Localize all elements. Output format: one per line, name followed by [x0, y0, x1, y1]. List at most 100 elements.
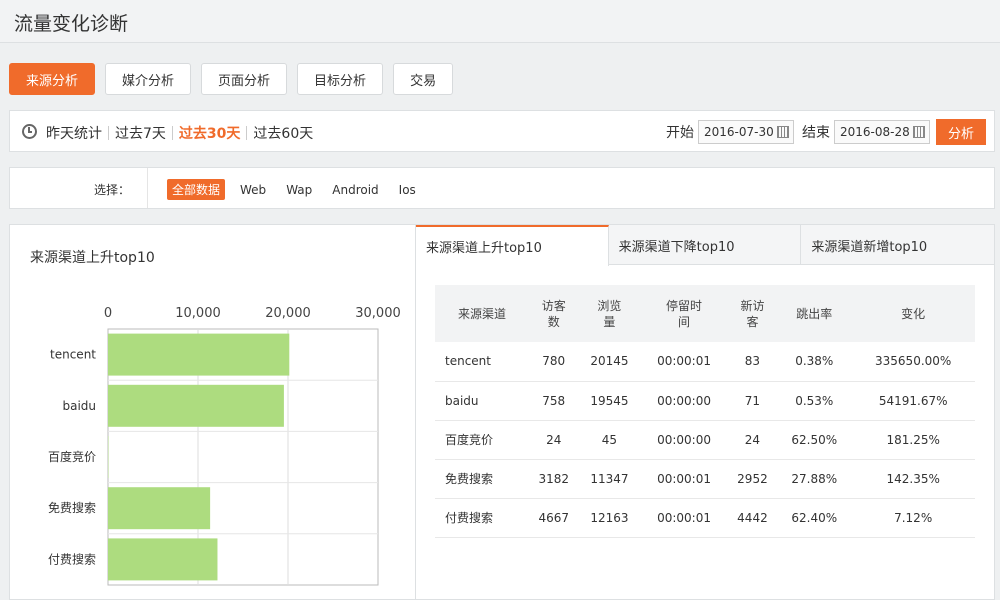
table-row: tencent 780 20145 00:00:01 83 0.38% 335650.00% [435, 342, 975, 382]
source-name-cell: 百度竞价 [435, 420, 529, 460]
category-label: baidu [62, 399, 96, 413]
period-links: 昨天统计 过去7天 过去30天 过去60天 [46, 123, 313, 143]
page-title: 流量变化诊断 [14, 13, 129, 35]
table-cell: 758 [529, 381, 579, 421]
table-cell: 19545 [578, 381, 641, 421]
source-table: 来源渠道 访客数浏览量停留时间新访客跳出率 变化 tencent 780 20145 00… [435, 285, 975, 538]
table-cell: 0.53% [777, 381, 852, 421]
table-cell: 54191.67% [851, 381, 975, 421]
table-cell: 20145 [578, 342, 641, 382]
source-name-cell: 免费搜索 [435, 459, 529, 499]
main-tab-3[interactable]: 目标分析 [297, 63, 384, 95]
bar-3 [108, 487, 211, 530]
table-cell: 24 [529, 420, 579, 460]
category-label: tencent [50, 348, 96, 362]
selector-divider [147, 168, 148, 208]
table-row: 百度竞价 24 45 00:00:00 24 62.50% 181.25% [435, 420, 975, 460]
table-cell: 11347 [578, 459, 641, 499]
column-header: 来源渠道 [435, 285, 529, 342]
table-cell: 00:00:01 [640, 342, 728, 382]
period-separator [246, 126, 248, 140]
platform-chip-0[interactable]: 全部数据 [167, 179, 226, 200]
calendar-icon[interactable] [777, 126, 789, 138]
table-row: 免费搜索 3182 11347 00:00:01 2952 27.88% 142.35% [435, 459, 975, 499]
source-name-cell: 付费搜索 [435, 498, 529, 538]
period-separator [171, 126, 173, 140]
column-header: 变化 [851, 285, 975, 342]
table-row: baidu 758 19545 00:00:00 71 0.53% 54191.67% [435, 381, 975, 421]
main-tab-4[interactable]: 交易 [393, 63, 454, 95]
table-cell: 00:00:00 [640, 420, 728, 460]
table-cell: 4442 [727, 498, 778, 538]
column-header: 停留时间 [640, 285, 728, 342]
end-date-input[interactable]: 2016-08-28 [834, 120, 930, 144]
table-header-row: 来源渠道 访客数浏览量停留时间新访客跳出率 变化 [435, 285, 975, 342]
start-date-input[interactable]: 2016-07-30 [698, 120, 794, 144]
table-cell: 27.88% [777, 459, 852, 499]
bar-4 [108, 538, 218, 581]
clock-icon [22, 124, 37, 139]
platform-chip-1[interactable]: Web [235, 181, 271, 199]
table-cell: 780 [529, 342, 579, 382]
table-cell: 00:00:00 [640, 381, 728, 421]
table-cell: 335650.00% [851, 342, 975, 382]
main-tab-1[interactable]: 媒介分析 [105, 63, 192, 95]
column-header: 新访客 [727, 285, 778, 342]
table-cell: 83 [727, 342, 778, 382]
category-label: 免费搜索 [48, 500, 96, 515]
platform-chip-2[interactable]: Wap [281, 181, 317, 199]
table-tab-1[interactable]: 来源渠道下降top10 [609, 225, 802, 265]
table-cell: 62.40% [777, 498, 852, 538]
main-tab-0[interactable]: 来源分析 [9, 63, 96, 95]
main-tabs: 来源分析 媒介分析 页面分析 目标分析 交易 [9, 63, 454, 95]
platform-chips: 全部数据 Web Wap Android Ios [167, 179, 421, 200]
table-cell: 45 [578, 420, 641, 460]
table-panel: 来源渠道上升top10 来源渠道下降top10 来源渠道新增top10 来源渠道 访客… [415, 224, 995, 600]
column-header: 跳出率 [777, 285, 852, 342]
bar-1 [108, 384, 284, 427]
platform-chip-3[interactable]: Android [327, 181, 383, 199]
start-date-value: 2016-07-30 [704, 125, 774, 139]
end-date-label: 结束 [802, 125, 830, 141]
x-tick-label: 20,000 [265, 306, 311, 321]
table-cell: 00:00:01 [640, 498, 728, 538]
table-cell: 4667 [529, 498, 579, 538]
start-date-label: 开始 [666, 125, 694, 141]
page-header: 流量变化诊断 [0, 0, 1000, 43]
period-separator [108, 126, 109, 140]
table-cell: 00:00:01 [640, 459, 728, 499]
table-tab-2[interactable]: 来源渠道新增top10 [801, 225, 994, 265]
x-tick-label: 10,000 [175, 306, 221, 321]
period-filter-bar: 昨天统计 过去7天 过去30天 过去60天 开始 2016-07-30 结束 2016… [9, 110, 995, 152]
table-tab-0[interactable]: 来源渠道上升top10 [416, 225, 609, 266]
source-name-cell: tencent [435, 342, 529, 382]
main-tab-2[interactable]: 页面分析 [201, 63, 288, 95]
table-cell: 3182 [529, 459, 579, 499]
analyze-button[interactable]: 分析 [936, 119, 986, 145]
column-header: 访客数 [529, 285, 579, 342]
period-link-0[interactable]: 昨天统计 [46, 123, 102, 143]
table-row: 付费搜索 4667 12163 00:00:01 4442 62.40% 7.12% [435, 498, 975, 538]
table-cell: 62.50% [777, 420, 852, 460]
table-cell: 7.12% [851, 498, 975, 538]
calendar-icon[interactable] [913, 126, 925, 138]
table-tabs: 来源渠道上升top10 来源渠道下降top10 来源渠道新增top10 [416, 225, 994, 266]
period-link-2[interactable]: 过去30天 [179, 123, 240, 143]
selector-label: 选择： [94, 183, 131, 197]
x-tick-label: 0 [104, 306, 112, 321]
end-date-value: 2016-08-28 [840, 125, 910, 139]
period-link-3[interactable]: 过去60天 [253, 123, 313, 143]
chart-panel: 来源渠道上升top10 0 10,000 20,000 30,000 tencent ba… [9, 224, 415, 600]
period-link-1[interactable]: 过去7天 [115, 123, 166, 143]
column-header: 浏览量 [578, 285, 641, 342]
table-cell: 0.38% [777, 342, 852, 382]
table-cell: 142.35% [851, 459, 975, 499]
data-selector-bar: 选择： 全部数据 Web Wap Android Ios [9, 167, 995, 209]
platform-chip-4[interactable]: Ios [394, 181, 421, 199]
table-cell: 2952 [727, 459, 778, 499]
source-name-cell: baidu [435, 381, 529, 421]
table-cell: 181.25% [851, 420, 975, 460]
category-label: 百度竞价 [48, 449, 96, 464]
x-tick-label: 30,000 [355, 306, 401, 321]
table-cell: 71 [727, 381, 778, 421]
